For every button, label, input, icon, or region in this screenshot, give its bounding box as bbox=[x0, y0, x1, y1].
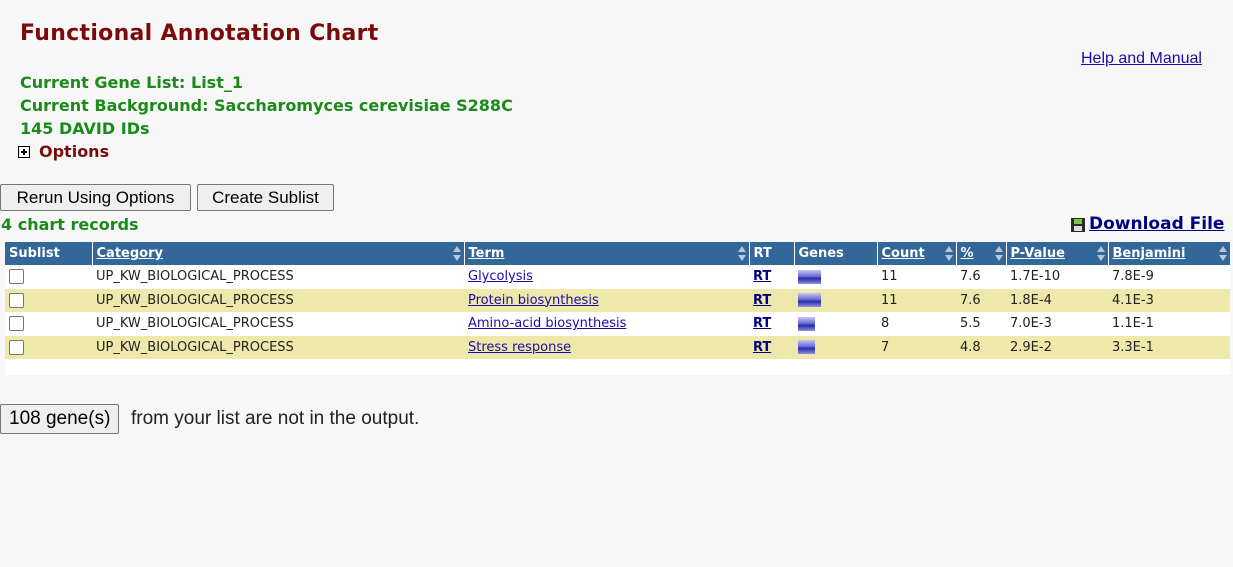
header-percent[interactable]: % bbox=[956, 242, 1007, 265]
sublist-cell bbox=[5, 335, 92, 359]
genes-bar-icon[interactable] bbox=[798, 316, 815, 331]
download-file-label: Download File bbox=[1089, 214, 1225, 234]
current-gene-list: Current Gene List: List_1 bbox=[20, 73, 243, 92]
genes-cell bbox=[794, 265, 877, 289]
sublist-checkbox[interactable] bbox=[9, 339, 24, 355]
term-cell: Glycolysis bbox=[464, 265, 749, 289]
sort-arrows-icon[interactable] bbox=[944, 246, 954, 261]
rerun-using-options-button[interactable]: Rerun Using Options bbox=[0, 184, 191, 211]
header-benjamini[interactable]: Benjamini bbox=[1108, 242, 1231, 265]
genes-cell bbox=[794, 335, 877, 359]
annotation-table-container: Sublist Category Term RT Genes Count % P… bbox=[5, 242, 1231, 375]
table-row: UP_KW_BIOLOGICAL_PROCESS Amino-acid bios… bbox=[5, 312, 1230, 336]
benjamini-cell: 4.1E-3 bbox=[1108, 288, 1230, 312]
floppy-disk-icon bbox=[1071, 218, 1085, 232]
term-link[interactable]: Glycolysis bbox=[468, 269, 533, 284]
category-cell: UP_KW_BIOLOGICAL_PROCESS bbox=[92, 288, 464, 312]
genes-cell bbox=[794, 312, 877, 336]
header-rt: RT bbox=[749, 242, 795, 265]
header-sublist: Sublist bbox=[5, 242, 93, 265]
header-category-label[interactable]: Category bbox=[97, 246, 163, 261]
chart-records-count: 4 chart records bbox=[1, 215, 139, 234]
options-toggle[interactable]: Options bbox=[18, 142, 109, 161]
category-cell: UP_KW_BIOLOGICAL_PROCESS bbox=[92, 312, 464, 336]
rt-link[interactable]: RT bbox=[753, 340, 771, 355]
benjamini-cell: 7.8E-9 bbox=[1108, 265, 1230, 289]
annotation-table: Sublist Category Term RT Genes Count % P… bbox=[5, 242, 1231, 359]
table-row: UP_KW_BIOLOGICAL_PROCESS Glycolysis RT 1… bbox=[5, 265, 1230, 289]
category-cell: UP_KW_BIOLOGICAL_PROCESS bbox=[92, 265, 464, 289]
count-cell: 11 bbox=[877, 265, 956, 289]
header-term[interactable]: Term bbox=[464, 242, 750, 265]
rt-link[interactable]: RT bbox=[753, 269, 771, 284]
term-cell: Amino-acid biosynthesis bbox=[464, 312, 749, 336]
create-sublist-button[interactable]: Create Sublist bbox=[197, 184, 334, 211]
term-cell: Protein biosynthesis bbox=[464, 288, 749, 312]
download-file-link[interactable]: Download File bbox=[1071, 214, 1224, 234]
header-pvalue[interactable]: P-Value bbox=[1006, 242, 1109, 265]
rt-cell: RT bbox=[749, 312, 794, 336]
sublist-cell bbox=[5, 312, 92, 336]
table-header-row: Sublist Category Term RT Genes Count % P… bbox=[5, 242, 1231, 265]
header-percent-label[interactable]: % bbox=[961, 246, 974, 261]
percent-cell: 5.5 bbox=[956, 312, 1006, 336]
sublist-cell bbox=[5, 288, 92, 312]
sort-arrows-icon[interactable] bbox=[1218, 246, 1228, 261]
header-genes-label: Genes bbox=[798, 246, 844, 261]
rt-link[interactable]: RT bbox=[753, 316, 771, 331]
header-genes: Genes bbox=[794, 242, 878, 265]
header-category[interactable]: Category bbox=[92, 242, 465, 265]
current-background: Current Background: Saccharomyces cerevi… bbox=[20, 96, 513, 115]
rt-cell: RT bbox=[749, 335, 794, 359]
genes-cell bbox=[794, 288, 877, 312]
term-link[interactable]: Amino-acid biosynthesis bbox=[468, 316, 626, 331]
benjamini-cell: 3.3E-1 bbox=[1108, 335, 1230, 359]
david-ids-count: 145 DAVID IDs bbox=[20, 119, 150, 138]
sublist-checkbox[interactable] bbox=[9, 269, 24, 285]
count-cell: 7 bbox=[877, 335, 956, 359]
sublist-checkbox[interactable] bbox=[9, 316, 24, 332]
pvalue-cell: 1.8E-4 bbox=[1006, 288, 1108, 312]
pvalue-cell: 2.9E-2 bbox=[1006, 335, 1108, 359]
header-pvalue-label[interactable]: P-Value bbox=[1011, 246, 1065, 261]
genes-bar-icon[interactable] bbox=[798, 269, 821, 284]
header-sublist-label: Sublist bbox=[9, 246, 60, 261]
rt-cell: RT bbox=[749, 265, 794, 289]
benjamini-cell: 1.1E-1 bbox=[1108, 312, 1230, 336]
pvalue-cell: 1.7E-10 bbox=[1006, 265, 1108, 289]
table-row: UP_KW_BIOLOGICAL_PROCESS Protein biosynt… bbox=[5, 288, 1230, 312]
genes-bar-icon[interactable] bbox=[798, 293, 821, 308]
percent-cell: 7.6 bbox=[956, 288, 1006, 312]
count-cell: 8 bbox=[877, 312, 956, 336]
genes-not-in-output-button[interactable]: 108 gene(s) bbox=[0, 404, 120, 434]
percent-cell: 7.6 bbox=[956, 265, 1006, 289]
expand-plus-icon bbox=[18, 145, 30, 158]
pvalue-cell: 7.0E-3 bbox=[1006, 312, 1108, 336]
percent-cell: 4.8 bbox=[956, 335, 1006, 359]
sort-arrows-icon[interactable] bbox=[1096, 246, 1106, 261]
header-rt-label: RT bbox=[753, 246, 772, 261]
category-cell: UP_KW_BIOLOGICAL_PROCESS bbox=[92, 335, 464, 359]
genes-not-in-output-text: from your list are not in the output. bbox=[131, 408, 420, 429]
term-cell: Stress response bbox=[464, 335, 749, 359]
rt-link[interactable]: RT bbox=[753, 293, 771, 308]
header-benjamini-label[interactable]: Benjamini bbox=[1113, 246, 1186, 261]
page-title: Functional Annotation Chart bbox=[20, 21, 379, 46]
header-count[interactable]: Count bbox=[877, 242, 957, 265]
rt-cell: RT bbox=[749, 288, 794, 312]
sort-arrows-icon[interactable] bbox=[737, 246, 747, 261]
term-link[interactable]: Protein biosynthesis bbox=[468, 293, 599, 308]
table-row: UP_KW_BIOLOGICAL_PROCESS Stress response… bbox=[5, 335, 1230, 359]
header-term-label[interactable]: Term bbox=[469, 246, 505, 261]
genes-bar-icon[interactable] bbox=[798, 340, 815, 355]
sublist-cell bbox=[5, 265, 92, 289]
options-label: Options bbox=[39, 142, 110, 161]
term-link[interactable]: Stress response bbox=[468, 340, 571, 355]
count-cell: 11 bbox=[877, 288, 956, 312]
sort-arrows-icon[interactable] bbox=[452, 246, 462, 261]
sublist-checkbox[interactable] bbox=[9, 292, 24, 308]
sort-arrows-icon[interactable] bbox=[994, 246, 1004, 261]
help-and-manual-link[interactable]: Help and Manual bbox=[1081, 50, 1202, 68]
header-count-label[interactable]: Count bbox=[882, 246, 925, 261]
